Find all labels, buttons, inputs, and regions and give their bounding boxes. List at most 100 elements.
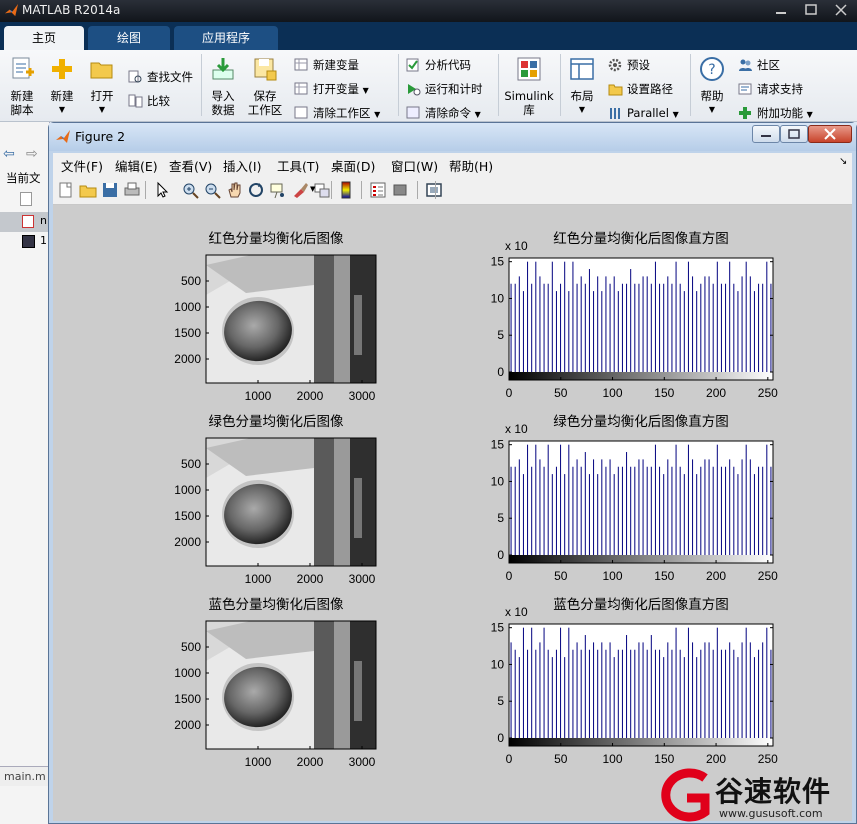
compare-button[interactable]: 比较 bbox=[128, 92, 170, 110]
current-folder-title: 当前文 bbox=[6, 171, 41, 185]
y-tick-label: 10 bbox=[491, 291, 505, 305]
chart-title: 绿色分量均衡化后图像直方图 bbox=[553, 413, 729, 430]
details-bar: main.m bbox=[0, 766, 50, 786]
ribbon-separator bbox=[201, 54, 202, 116]
clear-commands-button[interactable]: 清除命令 ▼ bbox=[406, 104, 481, 122]
save-icon[interactable] bbox=[101, 181, 119, 199]
figure-minimize-button[interactable] bbox=[752, 125, 780, 143]
menu-item[interactable]: 文件(F) bbox=[61, 156, 103, 175]
dock-arrow-icon[interactable]: ↘ bbox=[839, 156, 847, 167]
open-label: 打开 bbox=[90, 89, 114, 103]
main-titlebar: MATLAB R2014a bbox=[0, 0, 857, 22]
open-file-icon[interactable] bbox=[79, 181, 97, 199]
figure-title: Figure 2 bbox=[75, 129, 126, 144]
hide-plot-tools-icon[interactable] bbox=[391, 181, 409, 199]
zoom-in-icon[interactable] bbox=[181, 181, 199, 199]
figure-close-button[interactable] bbox=[808, 125, 852, 143]
simulink-library-button[interactable]: Simulink 库 bbox=[504, 50, 554, 117]
find-files-button[interactable]: 查找文件 bbox=[128, 68, 193, 86]
new-script-button[interactable]: 新建 脚本 bbox=[4, 50, 40, 117]
image-panel-title: 蓝色分量均衡化后图像 bbox=[209, 596, 344, 613]
y-tick-label: 10 bbox=[491, 657, 505, 671]
pan-icon[interactable] bbox=[225, 181, 243, 199]
link-icon[interactable] bbox=[313, 181, 331, 199]
analyze-code-icon bbox=[406, 58, 419, 72]
compare-icon bbox=[128, 94, 143, 108]
print-icon[interactable] bbox=[123, 181, 141, 199]
menu-item[interactable]: 窗口(W) bbox=[391, 156, 438, 175]
tab-apps[interactable]: 应用程序 bbox=[174, 26, 278, 50]
x-tick-label: 1000 bbox=[245, 572, 272, 586]
file-icon bbox=[20, 192, 32, 206]
tab-plots[interactable]: 绘图 bbox=[88, 26, 170, 50]
open-variable-button[interactable]: 打开变量 ▼ bbox=[294, 80, 369, 98]
analyze-code-button[interactable]: 分析代码 bbox=[406, 56, 471, 74]
new-script-label-1: 新建 bbox=[10, 89, 34, 103]
close-button[interactable] bbox=[826, 0, 856, 20]
brush-dropdown-icon[interactable]: ▼ bbox=[310, 185, 315, 193]
new-button[interactable]: 新建 ▼ bbox=[44, 50, 80, 117]
request-support-button[interactable]: 请求支持 bbox=[738, 80, 803, 98]
ribbon-separator bbox=[498, 54, 499, 116]
save-workspace-button[interactable]: 保存 工作区 bbox=[244, 50, 286, 117]
rotate-icon[interactable] bbox=[247, 181, 265, 199]
grayscale-colorbar bbox=[509, 555, 773, 563]
x-tick-label: 2000 bbox=[297, 572, 324, 586]
forward-arrow-icon[interactable]: ⇨ bbox=[26, 146, 38, 162]
zoom-out-icon[interactable] bbox=[203, 181, 221, 199]
y-tick-label: 1500 bbox=[174, 326, 201, 340]
y-tick-label: 1000 bbox=[174, 300, 201, 314]
legend-icon[interactable] bbox=[369, 181, 387, 199]
x-tick-label: 200 bbox=[706, 569, 726, 583]
request-support-label: 请求支持 bbox=[757, 82, 803, 96]
import-data-button[interactable]: 导入 数据 bbox=[205, 50, 241, 117]
colorbar-icon[interactable] bbox=[337, 181, 355, 199]
x-tick-label: 50 bbox=[554, 752, 568, 766]
plot-area: 红色分量均衡化后图像5001000150020001000 2000 3000绿色分… bbox=[174, 230, 778, 769]
y-tick-label: 15 bbox=[491, 255, 505, 269]
figure-canvas: 红色分量均衡化后图像 500 1000 1500 2000 1000 2000 3000 绿色分… bbox=[53, 205, 852, 821]
help-button[interactable]: ? 帮助 ▼ bbox=[694, 50, 730, 117]
menu-item[interactable]: 工具(T) bbox=[277, 156, 319, 175]
parallel-dropdown-icon: ▼ bbox=[672, 110, 679, 119]
figure-maximize-button[interactable] bbox=[780, 125, 808, 143]
menu-item[interactable]: 插入(I) bbox=[223, 156, 261, 175]
addons-button[interactable]: 附加功能 ▼ bbox=[738, 104, 813, 122]
new-figure-icon[interactable] bbox=[57, 181, 75, 199]
tab-home[interactable]: 主页 bbox=[4, 26, 84, 50]
grayscale-colorbar bbox=[509, 738, 773, 746]
set-path-button[interactable]: 设置路径 bbox=[608, 80, 673, 98]
figure-window: Figure 2 文件(F) 编辑(E) 查看(V) 插入(I) 工具(T) 桌面(D) 窗… bbox=[48, 122, 857, 824]
data-cursor-icon[interactable] bbox=[269, 181, 287, 199]
preferences-button[interactable]: 预设 bbox=[608, 56, 650, 74]
run-and-time-button[interactable]: 运行和计时 bbox=[406, 80, 483, 98]
brush-icon[interactable] bbox=[291, 181, 309, 199]
y-tick-label: 1000 bbox=[174, 666, 201, 680]
x-tick-label: 100 bbox=[603, 752, 623, 766]
x-tick-label: 3000 bbox=[349, 572, 376, 586]
clear-workspace-label: 清除工作区 bbox=[313, 106, 371, 120]
y-tick-label: 500 bbox=[181, 274, 201, 288]
show-plot-tools-icon[interactable] bbox=[425, 181, 443, 199]
new-variable-button[interactable]: 新建变量 bbox=[294, 56, 359, 74]
simulink-label-2: 库 bbox=[523, 103, 535, 117]
matlab-logo-icon bbox=[4, 3, 19, 17]
menu-item[interactable]: 桌面(D) bbox=[331, 156, 375, 175]
file-row[interactable]: 1 bbox=[0, 232, 50, 252]
community-button[interactable]: 社区 bbox=[738, 56, 780, 74]
y-tick-label: 5 bbox=[497, 328, 504, 342]
y-tick-label: 5 bbox=[497, 694, 504, 708]
file-row-selected[interactable]: n bbox=[0, 212, 50, 232]
parallel-button[interactable]: Parallel ▼ bbox=[608, 104, 679, 122]
maximize-button[interactable] bbox=[796, 0, 826, 20]
minimize-button[interactable] bbox=[766, 0, 796, 20]
back-arrow-icon[interactable]: ⇦ bbox=[3, 146, 15, 162]
pointer-icon[interactable] bbox=[153, 181, 171, 199]
open-button[interactable]: 打开 ▼ bbox=[84, 50, 120, 117]
menu-item[interactable]: 编辑(E) bbox=[115, 156, 158, 175]
menu-item[interactable]: 查看(V) bbox=[169, 156, 212, 175]
clear-workspace-button[interactable]: 清除工作区 ▼ bbox=[294, 104, 380, 122]
menu-item[interactable]: 帮助(H) bbox=[449, 156, 493, 175]
analyze-code-label: 分析代码 bbox=[425, 58, 471, 72]
layout-button[interactable]: 布局 ▼ bbox=[564, 50, 600, 117]
